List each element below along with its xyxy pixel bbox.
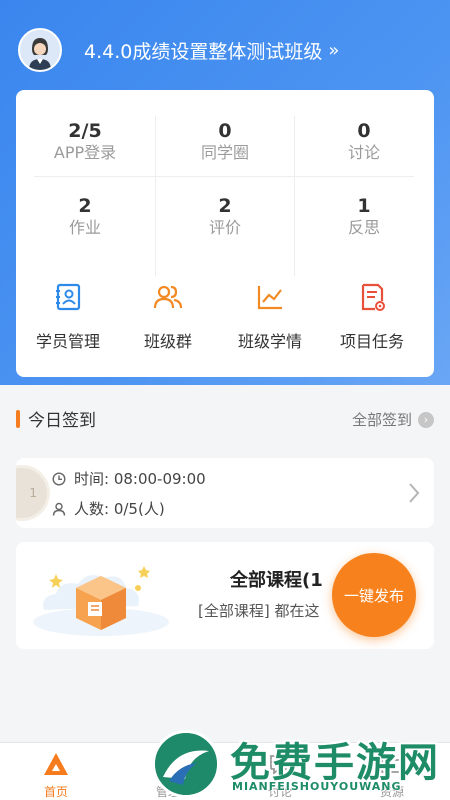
checkin-people: 人数: 0/5(人) bbox=[52, 498, 165, 519]
watermark-subtitle: MIANFEISHOUYOUWANG bbox=[232, 780, 402, 793]
course-illustration-icon bbox=[33, 566, 169, 636]
feature-class-learning[interactable]: 班级学情 bbox=[218, 282, 322, 352]
checkin-badge: 1 bbox=[16, 465, 50, 521]
feature-class-group[interactable]: 班级群 bbox=[116, 282, 220, 352]
stat-value: 0 bbox=[218, 120, 232, 142]
checkin-time: 时间: 08:00-09:00 bbox=[52, 468, 206, 489]
watermark-logo-icon bbox=[152, 730, 220, 798]
class-title[interactable]: 4.4.0成绩设置整体测试班级 bbox=[84, 37, 322, 64]
section-accent-bar bbox=[16, 410, 20, 428]
clock-icon bbox=[52, 471, 66, 486]
student-card-icon bbox=[56, 283, 81, 311]
chevron-right-icon[interactable]: › bbox=[418, 411, 434, 428]
checkin-card[interactable]: 1 时间: 08:00-09:00 人数: 0/5(人) bbox=[16, 458, 434, 528]
trend-chart-icon bbox=[257, 286, 282, 310]
course-title[interactable]: 全部课程(1 bbox=[230, 566, 323, 592]
stat-value: 2/5 bbox=[68, 120, 102, 142]
section-title: 今日签到 bbox=[28, 411, 96, 431]
chevron-right-icon[interactable] bbox=[408, 482, 420, 504]
avatar-icon bbox=[20, 30, 60, 70]
feature-student-management[interactable]: 学员管理 bbox=[16, 282, 120, 352]
all-checkin-link[interactable]: 全部签到 › bbox=[352, 409, 434, 430]
avatar[interactable] bbox=[18, 28, 62, 72]
watermark: 免费手游网 MIANFEISHOUYOUWANG bbox=[152, 728, 450, 800]
tab-label: 首页 bbox=[43, 785, 68, 799]
task-doc-icon bbox=[361, 283, 385, 311]
all-checkin-label[interactable]: 全部签到 bbox=[352, 409, 412, 430]
stat-classmates[interactable]: 0 同学圈 bbox=[156, 120, 294, 164]
checkin-section-header: 今日签到 全部签到 › bbox=[16, 406, 434, 434]
stat-value: 0 bbox=[357, 120, 371, 142]
course-subtitle: [全部课程] 都在这 bbox=[198, 602, 320, 620]
feature-project-tasks[interactable]: 项目任务 bbox=[320, 282, 424, 352]
stat-reflection[interactable]: 1 反思 bbox=[295, 195, 433, 239]
stat-discussion[interactable]: 0 讨论 bbox=[295, 120, 433, 164]
stat-value: 2 bbox=[218, 195, 232, 217]
stat-label: 反思 bbox=[347, 218, 380, 237]
stat-homework[interactable]: 2 作业 bbox=[16, 195, 154, 239]
stats-card: 2/5 APP登录 0 同学圈 0 讨论 2 作业 2 评价 1 反思 学员管理 bbox=[16, 90, 434, 377]
stat-label: 讨论 bbox=[347, 143, 380, 162]
tab-home[interactable]: 首页 bbox=[0, 743, 112, 800]
stat-label: 评价 bbox=[208, 218, 241, 237]
stat-value: 2 bbox=[78, 195, 92, 217]
checkin-time-text: 时间: 08:00-09:00 bbox=[74, 470, 206, 488]
feature-label: 班级学情 bbox=[237, 332, 302, 351]
stat-evaluation[interactable]: 2 评价 bbox=[156, 195, 294, 239]
stat-label: 作业 bbox=[68, 218, 101, 237]
divider bbox=[34, 176, 414, 177]
chevron-right-icon[interactable]: » bbox=[328, 40, 339, 61]
stat-value: 1 bbox=[357, 195, 371, 217]
stat-app-login[interactable]: 2/5 APP登录 bbox=[16, 120, 154, 164]
feature-label: 学员管理 bbox=[35, 332, 100, 351]
stat-label: APP登录 bbox=[53, 143, 117, 162]
person-icon bbox=[52, 502, 66, 516]
one-click-publish-button[interactable]: 一键发布 bbox=[332, 553, 416, 637]
home-icon bbox=[44, 753, 68, 775]
class-header[interactable]: 4.4.0成绩设置整体测试班级 » bbox=[18, 28, 339, 72]
feature-label: 项目任务 bbox=[339, 332, 404, 351]
feature-label: 班级群 bbox=[143, 332, 192, 351]
checkin-people-text: 人数: 0/5(人) bbox=[74, 500, 165, 518]
people-icon bbox=[153, 285, 183, 309]
stat-label: 同学圈 bbox=[200, 143, 249, 162]
